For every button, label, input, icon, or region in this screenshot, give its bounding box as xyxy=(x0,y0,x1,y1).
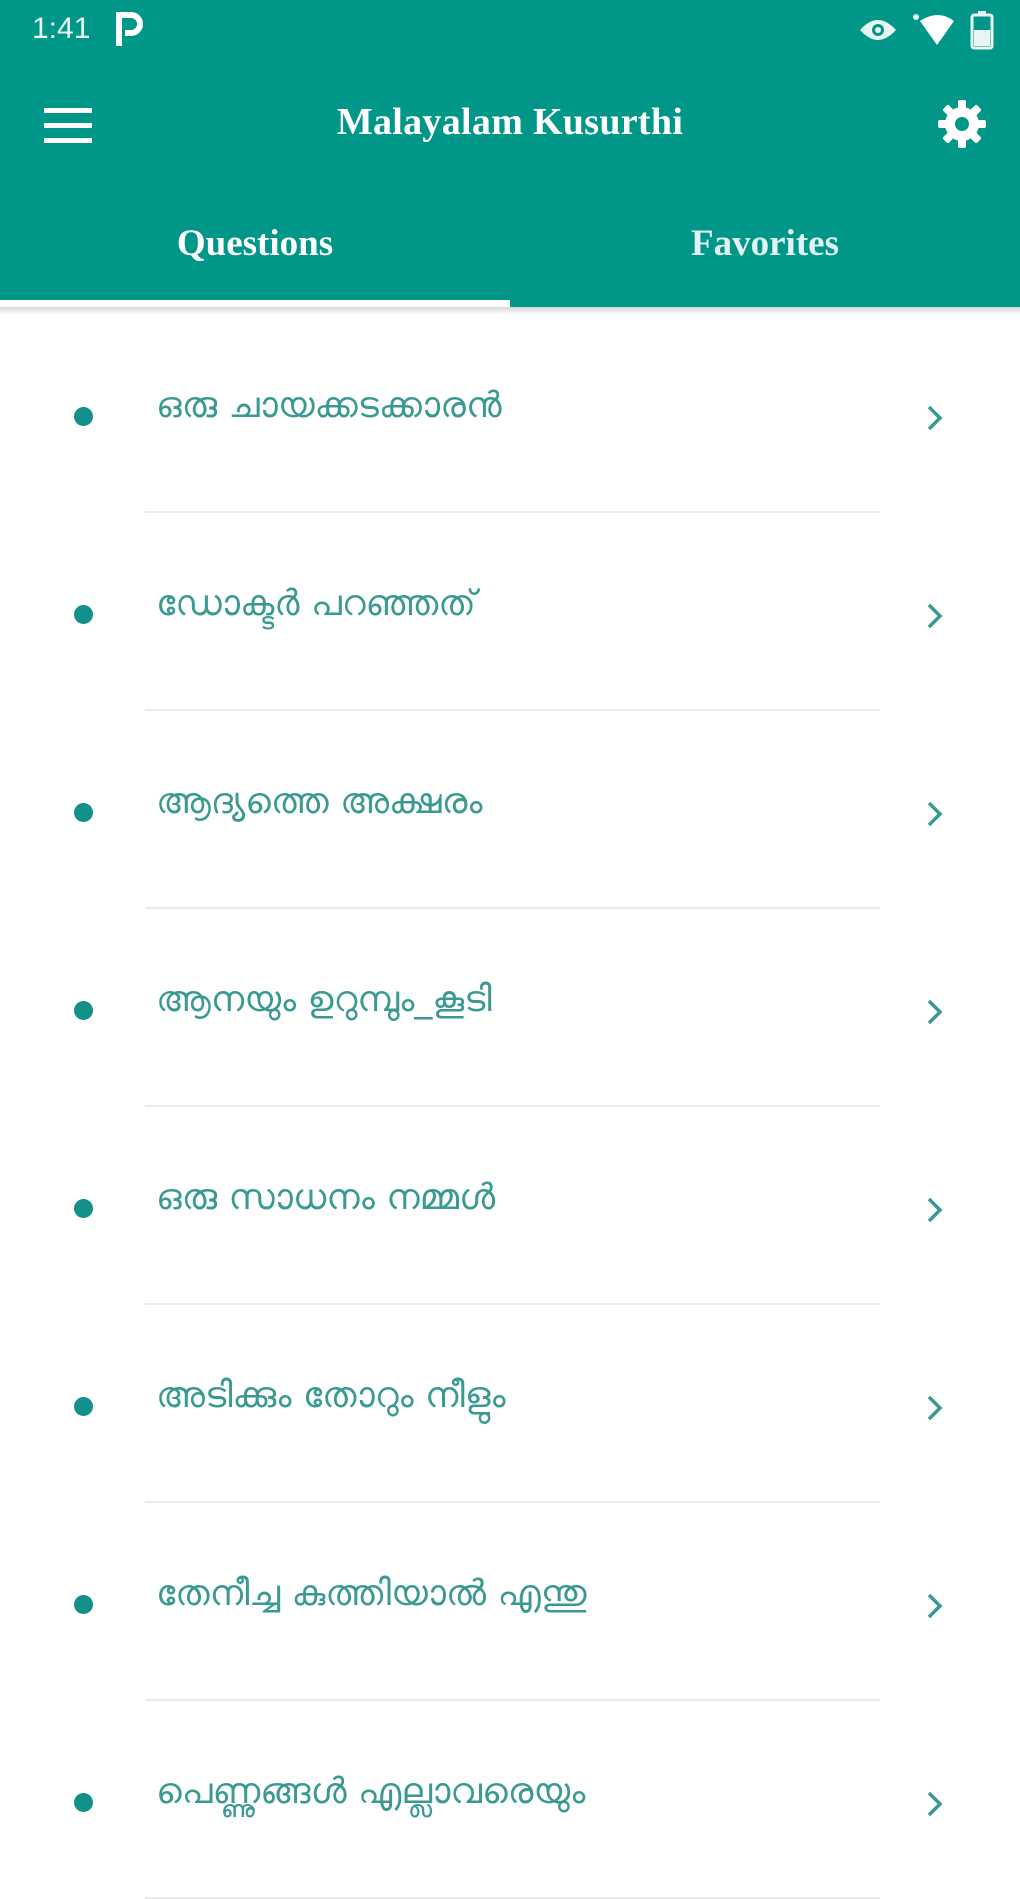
question-title: ഒരു സാധനം നമ്മൾ xyxy=(156,1177,496,1218)
list-item[interactable]: ഒരു സാധനം നമ്മൾ xyxy=(0,1107,1020,1305)
question-title: ഒരു ചായക്കടക്കാരൻ xyxy=(156,385,502,426)
list-item[interactable]: ആനയും ഉറുമ്പും_കൂടി xyxy=(0,909,1020,1107)
tab-questions-label: Questions xyxy=(176,223,334,264)
chevron-right-icon xyxy=(927,801,943,827)
toolbar: Malayalam Kusurthi xyxy=(0,70,1020,180)
wifi-icon xyxy=(913,14,954,45)
selected-tab-indicator xyxy=(0,300,510,307)
header-shadow xyxy=(0,307,1020,315)
chevron-right-icon xyxy=(927,999,943,1025)
status-time: 1:41 xyxy=(32,12,91,45)
list-item[interactable]: ആദ്യത്തെ അക്ഷരം xyxy=(0,711,1020,909)
bullet-dot-icon xyxy=(74,407,93,426)
chevron-right-icon xyxy=(927,1197,943,1223)
question-title: പെണ്ണുങ്ങൾ എല്ലാവരെയും xyxy=(156,1771,586,1812)
tab-favorites[interactable]: Favorites xyxy=(510,196,1020,307)
p-icon xyxy=(116,12,143,46)
question-title: ആനയും ഉറുമ്പും_കൂടി xyxy=(156,979,492,1020)
question-title: തേനീച്ച കുത്തിയാൽ എന്തു xyxy=(156,1573,587,1614)
status-bar: 1:41 xyxy=(0,0,1020,60)
chevron-right-icon xyxy=(927,1593,943,1619)
eye-icon xyxy=(860,20,896,40)
page-title: Malayalam Kusurthi xyxy=(336,101,684,143)
tab-questions[interactable]: Questions xyxy=(0,196,510,307)
list-item[interactable]: ഒരു ചായക്കടക്കാരൻ xyxy=(0,315,1020,513)
chevron-right-icon xyxy=(927,603,943,629)
tab-favorites-label: Favorites xyxy=(691,223,839,264)
question-list: ഒരു ചായക്കടക്കാരൻ ഡോക്ടർ പറഞ്ഞത് ആദ്യത്ത… xyxy=(0,315,1020,1899)
tab-bar: Questions Favorites xyxy=(0,196,1020,307)
list-item[interactable]: തേനീച്ച കുത്തിയാൽ എന്തു xyxy=(0,1503,1020,1701)
question-title: അടിക്കും തോറും നീളും xyxy=(156,1375,506,1416)
app-header: 1:41 Malayalam Kusurthi Questions Favori… xyxy=(0,0,1020,307)
gear-icon[interactable] xyxy=(936,98,988,150)
chevron-right-icon xyxy=(927,1395,943,1421)
bullet-dot-icon xyxy=(74,605,93,624)
list-item[interactable]: ഡോക്ടർ പറഞ്ഞത് xyxy=(0,513,1020,711)
question-title: ആദ്യത്തെ അക്ഷരം xyxy=(156,781,483,822)
status-icons xyxy=(858,11,994,50)
list-item[interactable]: പെണ്ണുങ്ങൾ എല്ലാവരെയും xyxy=(0,1701,1020,1899)
battery-icon xyxy=(970,11,994,50)
bullet-dot-icon xyxy=(74,1397,93,1416)
bullet-dot-icon xyxy=(74,1001,93,1020)
bullet-dot-icon xyxy=(74,803,93,822)
list-item[interactable]: അടിക്കും തോറും നീളും xyxy=(0,1305,1020,1503)
bullet-dot-icon xyxy=(74,1199,93,1218)
chevron-right-icon xyxy=(927,1791,943,1817)
question-title: ഡോക്ടർ പറഞ്ഞത് xyxy=(156,583,476,624)
bullet-dot-icon xyxy=(74,1595,93,1614)
bullet-dot-icon xyxy=(74,1793,93,1812)
chevron-right-icon xyxy=(927,405,943,431)
